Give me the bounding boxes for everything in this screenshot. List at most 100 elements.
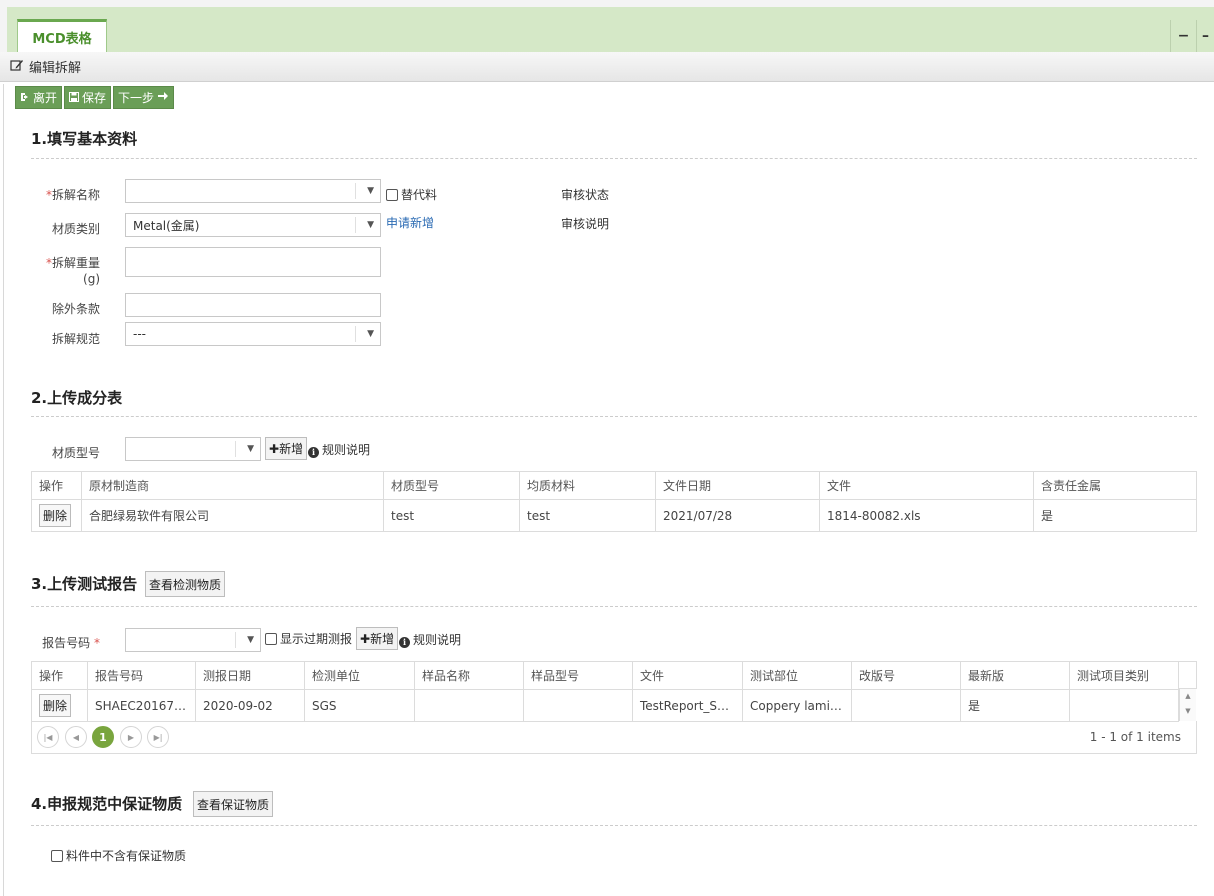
view-test-substances-button[interactable]: 查看检测物质 (145, 571, 226, 597)
scroll-down-icon[interactable]: ▼ (1180, 707, 1196, 715)
report-no-link[interactable]: SHAEC201671... (87, 689, 196, 722)
rules-link[interactable]: i 规则说明 (308, 441, 370, 458)
material-category-label: 材质类别 (51, 222, 100, 236)
report-no-label: 报告号码 * (42, 636, 100, 650)
unit-cell: SGS (304, 689, 415, 722)
test-report-table: 操作 报告号码 测报日期 检测单位 样品名称 样品型号 文件 测试部位 改版号 … (31, 661, 1179, 722)
save-button[interactable]: 保存 (64, 86, 112, 109)
col-header: 原材制造商 (81, 471, 384, 500)
caret-down-icon: ▼ (367, 329, 374, 339)
part-link[interactable]: Coppery laminate (742, 689, 852, 722)
caret-down-icon: ▼ (247, 635, 254, 645)
weight-input[interactable] (125, 247, 381, 277)
toolbar: 离开 保存 下一步 (15, 86, 175, 109)
plus-icon: ✚ (360, 631, 371, 646)
disassembly-name-label: *拆解名称 (45, 188, 100, 202)
manufacturer-cell: 合肥绿易软件有限公司 (81, 499, 384, 532)
col-header: 改版号 (851, 661, 961, 690)
material-category-select[interactable]: Metal(金属) ▼ (125, 213, 381, 237)
prev-page-icon[interactable]: ◀ (65, 726, 87, 748)
delete-button[interactable]: 删除 (39, 694, 72, 717)
report-no-select[interactable]: ▼ (125, 628, 261, 652)
section3-divider (31, 606, 1197, 607)
minimize-button[interactable]: − (1170, 20, 1196, 52)
panel-title: 编辑拆解 (29, 61, 82, 76)
show-expired-checkbox[interactable]: 显示过期测报 (265, 630, 352, 647)
latest-cell: 是 (960, 689, 1070, 722)
pager: |◀ ◀ 1 ▶ ▶| 1 - 1 of 1 items (31, 721, 1197, 754)
weight-label: *拆解重量 (45, 256, 100, 270)
audit-status-label: 审核状态 (561, 188, 610, 202)
col-header: 最新版 (960, 661, 1070, 690)
file-link[interactable]: 1814-80082.xls (819, 499, 1034, 532)
exemption-label: 除外条款 (51, 302, 100, 316)
col-header: 样品名称 (414, 661, 524, 690)
scroll-up-icon[interactable]: ▲ (1180, 692, 1196, 700)
model-link[interactable]: test (383, 499, 520, 532)
table-header-filler (1179, 661, 1197, 689)
section4-divider (31, 825, 1197, 826)
section2-title: 2.上传成分表 (31, 389, 123, 407)
tab-mcd-form[interactable]: MCD表格 (17, 19, 107, 53)
edit-icon (10, 58, 24, 76)
window-control-button[interactable]: – (1196, 20, 1214, 52)
substitute-checkbox[interactable]: 替代料 (386, 186, 437, 203)
arrow-right-icon (157, 90, 169, 105)
add-report-button[interactable]: ✚ 新增 (356, 627, 399, 650)
page-1-button[interactable]: 1 (92, 726, 114, 748)
vertical-scrollbar[interactable]: ▲ ▼ (1179, 689, 1196, 721)
table-row: 删除 SHAEC201671... 2020-09-02 SGS TestRep… (31, 689, 1179, 722)
col-header: 样品型号 (523, 661, 633, 690)
save-icon (69, 91, 80, 105)
last-page-icon[interactable]: ▶| (147, 726, 169, 748)
delete-button[interactable]: 删除 (39, 504, 72, 527)
caret-down-icon: ▼ (247, 444, 254, 454)
file-link[interactable]: TestReport_SH... (632, 689, 743, 722)
sample-name-cell (414, 689, 524, 722)
caret-down-icon: ▼ (367, 220, 374, 230)
add-model-button[interactable]: ✚ 新增 (265, 437, 308, 460)
no-guaranteed-substance-checkbox[interactable]: 料件中不含有保证物质 (51, 847, 186, 864)
sample-model-cell (523, 689, 633, 722)
model-select[interactable]: ▼ (125, 437, 261, 461)
caret-down-icon: ▼ (367, 186, 374, 196)
disassembly-name-select[interactable]: ▼ (125, 179, 381, 203)
rules-link[interactable]: i 规则说明 (399, 631, 461, 648)
col-header: 文件 (632, 661, 743, 690)
weight-unit-label: (g) (83, 272, 100, 286)
pager-summary: 1 - 1 of 1 items (1089, 730, 1181, 744)
panel-header: 编辑拆解 (0, 52, 1214, 82)
table-row: 删除 合肥绿易软件有限公司 test test 2021/07/28 1814-… (31, 499, 1197, 532)
apply-new-link[interactable]: 申请新增 (386, 214, 434, 231)
responsible-metal-cell: 是 (1033, 499, 1197, 532)
table-header-row: 操作 原材制造商 材质型号 均质材料 文件日期 文件 含责任金属 (31, 471, 1197, 500)
next-step-button[interactable]: 下一步 (113, 86, 175, 109)
col-header: 文件日期 (655, 471, 820, 500)
section4-title: 4.申报规范中保证物质 (31, 795, 183, 813)
leave-label: 离开 (33, 91, 58, 105)
leave-button[interactable]: 离开 (15, 86, 63, 109)
col-header: 材质型号 (383, 471, 520, 500)
col-header: 测报日期 (195, 661, 305, 690)
section3-title: 3.上传测试报告 (31, 575, 138, 593)
first-page-icon[interactable]: |◀ (37, 726, 59, 748)
left-border (3, 84, 4, 896)
spec-select[interactable]: --- ▼ (125, 322, 381, 346)
info-icon: i (308, 447, 319, 458)
exemption-input[interactable] (125, 293, 381, 317)
section1-title: 1.填写基本资料 (31, 130, 138, 148)
next-label: 下一步 (118, 91, 155, 105)
section1-divider (31, 158, 1197, 159)
homogeneous-link[interactable]: test (519, 499, 656, 532)
revision-cell (851, 689, 961, 722)
tab-strip: MCD表格 − – (7, 7, 1214, 53)
next-page-icon[interactable]: ▶ (120, 726, 142, 748)
view-guaranteed-substances-button[interactable]: 查看保证物质 (193, 791, 274, 817)
col-header: 测试部位 (742, 661, 852, 690)
col-header: 操作 (31, 471, 82, 500)
spec-label: 拆解规范 (51, 332, 100, 346)
col-header: 文件 (819, 471, 1034, 500)
exit-icon (20, 91, 30, 105)
section2-divider (31, 416, 1197, 417)
plus-icon: ✚ (269, 441, 280, 456)
